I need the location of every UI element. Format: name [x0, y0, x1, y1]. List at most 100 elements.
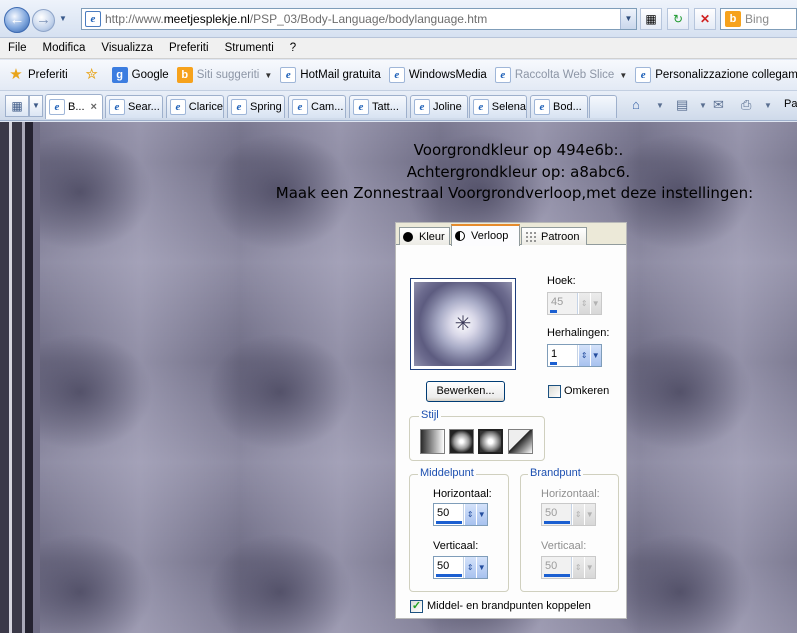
menu-help[interactable]: ? — [290, 42, 296, 54]
address-bar[interactable]: e http://www.meetjesplekje.nl/PSP_03/Bod… — [81, 8, 637, 30]
tab-label: Patroon — [541, 230, 580, 243]
chevron-down-icon: ▼ — [589, 293, 601, 314]
close-tab-icon[interactable]: × — [91, 101, 97, 113]
tab-verloop[interactable]: Verloop — [451, 224, 520, 246]
favorite-label: Google — [131, 69, 169, 81]
tab-joline[interactable]: e Joline — [410, 95, 468, 118]
url-text[interactable]: http://www.meetjesplekje.nl/PSP_03/Body-… — [105, 12, 487, 26]
ie-page-icon: e — [353, 99, 369, 115]
compatibility-view-icon[interactable]: ▦ — [640, 8, 662, 30]
refresh-icon[interactable]: ↻ — [667, 8, 689, 30]
pattern-icon — [525, 231, 536, 242]
tab-selena[interactable]: e Selena — [469, 95, 527, 118]
spin-updown-icon: ⇕ — [464, 504, 476, 525]
favorite-label: HotMail gratuita — [300, 69, 381, 81]
gradient-dialog: Kleur Verloop Patroon ✳ Hoek: 45 ⇕ ▼ Herh… — [395, 222, 627, 619]
page-menu-label[interactable]: Pa — [784, 98, 797, 110]
tab-tatt[interactable]: e Tatt... — [349, 95, 407, 118]
ie-page-icon: e — [388, 67, 405, 83]
tab-cam[interactable]: e Cam... — [288, 95, 346, 118]
bing-icon: b — [725, 11, 741, 27]
feeds-icon[interactable]: ▤ — [676, 97, 688, 113]
hoek-stepper[interactable]: 45 ⇕ ▼ — [547, 292, 602, 315]
menu-visualizza[interactable]: Visualizza — [101, 42, 153, 54]
tab-kleur[interactable]: Kleur — [399, 227, 450, 245]
mail-icon[interactable]: ✉ — [713, 97, 724, 113]
stop-icon[interactable]: ✕ — [694, 8, 716, 30]
menu-modifica[interactable]: Modifica — [43, 42, 86, 54]
favorites-bar: ★ Preferiti ✮ g Google b Siti suggeriti … — [0, 60, 797, 91]
chevron-down-icon[interactable]: ▼ — [656, 101, 664, 110]
add-to-favorites-icon: ✮ — [85, 66, 98, 83]
favorite-windowsmedia[interactable]: e WindowsMedia — [388, 67, 487, 83]
brandpunt-horizontaal-label: Horizontaal: — [541, 488, 600, 500]
favorite-web-slice[interactable]: e Raccolta Web Slice ▼ — [494, 67, 627, 83]
tab-patroon[interactable]: Patroon — [521, 227, 587, 245]
chevron-down-icon[interactable]: ▼ — [699, 101, 707, 110]
sunburst-style-button[interactable] — [478, 429, 503, 454]
favorites-button[interactable]: ★ Preferiti — [8, 67, 67, 83]
linear-style-button[interactable] — [420, 429, 445, 454]
menu-strumenti[interactable]: Strumenti — [225, 42, 274, 54]
favorite-hotmail[interactable]: e HotMail gratuita — [280, 67, 381, 83]
search-placeholder: Bing — [745, 12, 770, 26]
middelpunt-verticaal-stepper[interactable]: 50 ⇕ ▼ — [433, 556, 488, 579]
tab-search[interactable]: e Sear... — [105, 95, 163, 118]
back-button[interactable]: ← — [4, 7, 30, 33]
add-favorite-button[interactable]: ✮ — [84, 67, 104, 83]
koppelen-label: Middel- en brandpunten koppelen — [427, 600, 591, 612]
spin-updown-icon: ⇕ — [578, 345, 590, 366]
herhalingen-stepper[interactable]: 1 ⇕ ▼ — [547, 344, 602, 367]
url-dropdown-icon[interactable]: ▼ — [620, 9, 636, 29]
middelpunt-horizontaal-stepper[interactable]: 50 ⇕ ▼ — [433, 503, 488, 526]
history-dropdown-icon[interactable]: ▼ — [59, 14, 69, 24]
tab-label: Kleur — [419, 230, 445, 243]
hoek-value: 45 — [548, 293, 577, 314]
tab-bodylanguage[interactable]: e B... × — [45, 94, 103, 119]
favorite-google[interactable]: g Google — [111, 67, 169, 83]
stijl-label: Stijl — [419, 409, 441, 421]
koppelen-checkbox[interactable]: ✓ — [410, 600, 423, 613]
ie-page-icon: e — [170, 99, 186, 115]
chevron-down-icon: ▼ — [475, 504, 487, 525]
menu-preferiti[interactable]: Preferiti — [169, 42, 209, 54]
tab-label: Clarice — [188, 101, 223, 113]
border-stripes — [0, 122, 40, 633]
spin-updown-icon: ⇕ — [572, 504, 584, 525]
brandpunt-verticaal-label: Verticaal: — [541, 540, 587, 552]
ie-page-icon: e — [494, 67, 511, 83]
tab-bod[interactable]: e Bod... — [530, 95, 588, 118]
print-icon[interactable]: ⎙ — [741, 97, 751, 113]
search-input[interactable]: b Bing — [720, 8, 797, 30]
menu-file[interactable]: File — [8, 42, 27, 54]
menu-bar: File Modifica Visualizza Preferiti Strum… — [0, 38, 797, 59]
omkeren-checkbox[interactable]: ✓ — [548, 385, 561, 398]
chevron-down-icon: ▼ — [583, 504, 595, 525]
forward-button[interactable]: → — [32, 9, 55, 32]
brandpunt-verticaal-stepper[interactable]: 50 ⇕ ▼ — [541, 556, 596, 579]
chevron-down-icon: ▼ — [583, 557, 595, 578]
new-tab-button[interactable] — [589, 95, 617, 118]
brandpunt-horizontaal-stepper[interactable]: 50 ⇕ ▼ — [541, 503, 596, 526]
tab-spring[interactable]: e Spring — [227, 95, 285, 118]
rectangular-style-button[interactable] — [449, 429, 474, 454]
ie-page-icon: e — [635, 67, 652, 83]
favorite-personalizzazione[interactable]: e Personalizzazione collegamenti — [635, 67, 797, 83]
chevron-down-icon[interactable]: ▼ — [764, 101, 772, 110]
omkeren-label: Omkeren — [564, 385, 610, 397]
chevron-down-icon: ▼ — [589, 345, 601, 366]
tab-clarice[interactable]: e Clarice — [166, 95, 224, 118]
tab-label: Bod... — [553, 101, 582, 113]
instruction-gradient: Maak een Zonnestraal Voorgrondverloop,me… — [275, 184, 754, 202]
favorite-siti-suggeriti[interactable]: b Siti suggeriti ▼ — [176, 67, 272, 83]
tab-bar: ▦ ▼ e B... × e Sear... e Clarice e Sprin… — [0, 91, 797, 121]
gradient-preview[interactable]: ✳ — [410, 278, 516, 370]
quick-tabs-icon[interactable]: ▦ — [5, 95, 29, 117]
home-icon[interactable]: ⌂ — [632, 97, 640, 112]
tab-list-dropdown-icon[interactable]: ▼ — [29, 95, 43, 117]
brandpunt-label: Brandpunt — [528, 467, 583, 479]
bewerken-button[interactable]: Bewerken... — [426, 381, 505, 402]
ie-page-icon: e — [280, 67, 297, 83]
address-toolbar: ← → ▼ e http://www.meetjesplekje.nl/PSP_… — [0, 0, 797, 38]
radial-style-button[interactable] — [508, 429, 533, 454]
